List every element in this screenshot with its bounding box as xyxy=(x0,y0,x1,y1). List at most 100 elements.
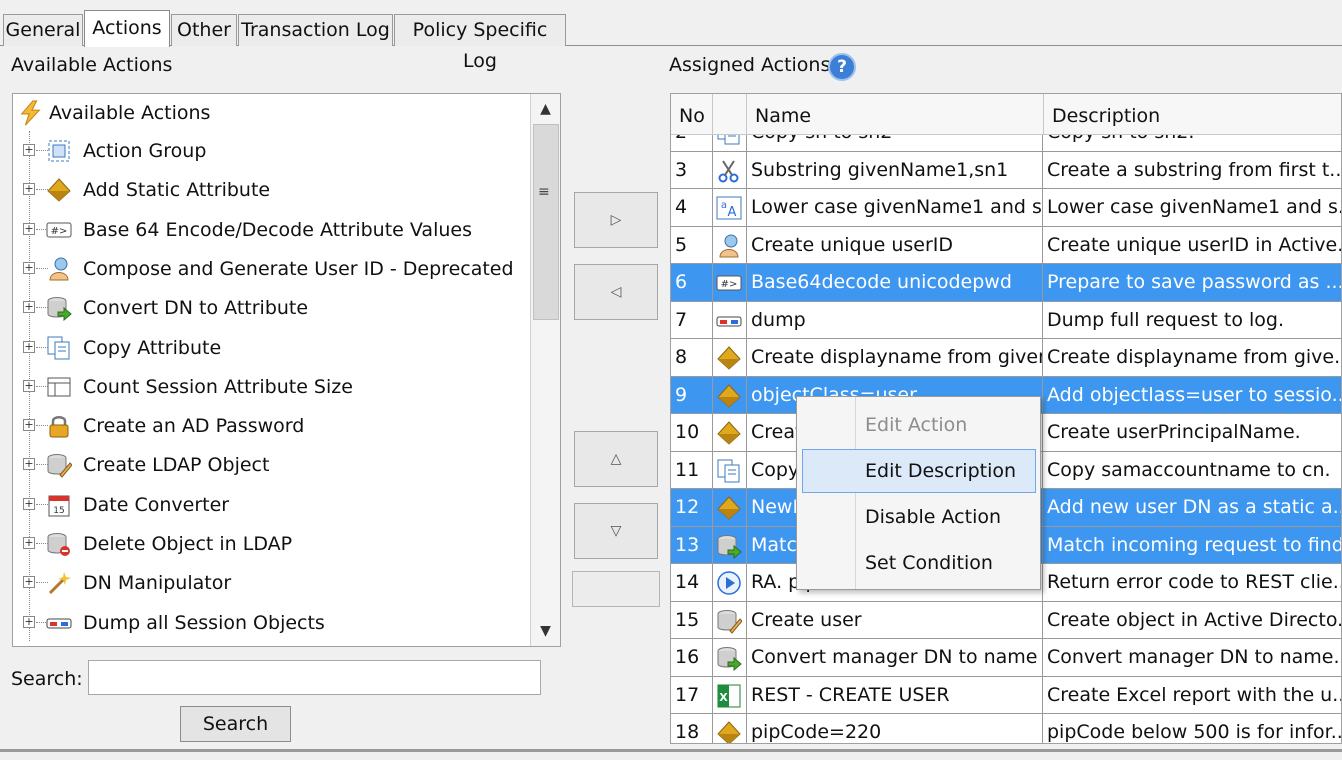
search-input[interactable] xyxy=(88,660,541,695)
row-description: Add objectlass=user to sessio... xyxy=(1043,377,1341,414)
add-action-button[interactable]: ▷ xyxy=(574,192,658,248)
tree-scrollbar[interactable]: ▲ ≡ ▼ xyxy=(530,94,560,646)
row-icon-cell xyxy=(713,639,747,677)
expand-icon[interactable]: + xyxy=(23,261,35,274)
table-row[interactable]: 4 a A Lower case givenName1 and sn1 Lower ca… xyxy=(671,189,1341,227)
expand-icon[interactable]: + xyxy=(23,576,35,589)
expand-icon[interactable]: + xyxy=(23,222,35,235)
diamond-icon xyxy=(716,421,742,451)
remove-action-button[interactable]: ◁ xyxy=(574,264,658,320)
menu-edit-action[interactable]: Edit Action xyxy=(865,414,967,436)
tab-bar: General Actions Other Transaction Log Po… xyxy=(0,0,1342,72)
blank-button[interactable] xyxy=(572,571,660,607)
database-arrow-icon xyxy=(716,534,742,564)
column-icon[interactable] xyxy=(713,94,747,135)
table-row[interactable]: 16 Convert manager DN to name Convert mana… xyxy=(671,639,1341,677)
tree-item[interactable]: + Create LDAP Object xyxy=(13,446,533,484)
expand-icon[interactable]: + xyxy=(23,340,35,353)
column-description[interactable]: Description xyxy=(1044,94,1341,135)
hash-icon: #> xyxy=(46,217,72,243)
tab-policy-specific-log[interactable]: Policy Specific Log xyxy=(394,14,566,72)
tree-item[interactable]: + Count Session Attribute Size xyxy=(13,368,533,406)
diamond-icon xyxy=(716,721,742,743)
tree-root[interactable]: Available Actions xyxy=(13,94,533,132)
table-row[interactable]: 7 dump Dump full request to log. xyxy=(671,301,1341,339)
row-number: 7 xyxy=(671,301,713,339)
tree-item[interactable]: + DN Manipulator xyxy=(13,564,533,602)
expand-icon[interactable]: + xyxy=(23,497,35,510)
tab-transaction-log[interactable]: Transaction Log xyxy=(238,14,393,46)
row-number: 12 xyxy=(671,489,713,527)
svg-text:a: a xyxy=(721,200,727,211)
row-description: Create unique userID in Active... xyxy=(1043,227,1341,264)
menu-disable-action[interactable]: Disable Action xyxy=(865,506,1001,528)
tree-item[interactable]: +15 Date Converter xyxy=(13,486,533,524)
tree-item[interactable]: + Convert DN to Attribute xyxy=(13,289,533,327)
help-icon[interactable]: ? xyxy=(828,53,856,81)
tab-other[interactable]: Other xyxy=(171,14,237,46)
lightning-icon xyxy=(20,100,41,126)
tree-item[interactable]: + Dump all Session Objects xyxy=(13,604,533,642)
row-icon-cell xyxy=(713,151,747,189)
tree-item[interactable]: + #> Base 64 Encode/Decode Attribute Value… xyxy=(13,211,533,249)
tree-item[interactable]: + Delete Object in LDAP xyxy=(13,525,533,563)
database-delete-icon xyxy=(46,531,72,557)
search-button[interactable]: Search xyxy=(180,706,291,742)
tree-item-label: Compose and Generate User ID - Deprecate… xyxy=(83,257,514,280)
table-row[interactable]: 18 pipCode=220 pipCode below 500 is for in… xyxy=(671,714,1341,743)
policy-editor-window: General Actions Other Transaction Log Po… xyxy=(0,0,1342,760)
tree-item-label: Base 64 Encode/Decode Attribute Values xyxy=(83,218,472,241)
scroll-thumb[interactable] xyxy=(533,124,559,320)
available-actions-tree[interactable]: Available Actions + Action Group + Add Stat… xyxy=(12,93,561,647)
tree-item[interactable]: + Copy Attribute xyxy=(13,329,533,367)
column-name[interactable]: Name xyxy=(747,94,1044,135)
scroll-down-icon[interactable]: ▼ xyxy=(531,616,560,646)
table-row[interactable]: 17 X REST - CREATE USER Create Excel report… xyxy=(671,676,1341,714)
tree-item[interactable]: + Add Static Attribute xyxy=(13,171,533,209)
tab-general[interactable]: General xyxy=(3,14,83,46)
hash-icon: #> xyxy=(716,275,742,301)
expand-icon[interactable]: + xyxy=(23,183,35,196)
row-description: Match incoming request to find... xyxy=(1043,527,1341,564)
diamond-icon xyxy=(46,177,72,203)
context-menu: Edit Action Edit Description Disable Act… xyxy=(796,396,1041,590)
tree-item[interactable]: + Action Group xyxy=(13,132,533,170)
row-number: 8 xyxy=(671,339,713,377)
row-description: Create Excel report with the u... xyxy=(1043,677,1341,714)
row-icon-cell: X xyxy=(713,676,747,714)
excel-icon: X xyxy=(716,684,742,714)
case-icon: aA xyxy=(716,196,742,226)
move-down-button[interactable]: ▽ xyxy=(574,503,658,559)
column-no[interactable]: No xyxy=(671,94,713,135)
expand-icon[interactable]: + xyxy=(23,419,35,432)
table-row[interactable]: 6 #> Base64decode unicodepwd Prepare to sav… xyxy=(671,264,1341,302)
row-description: Return error code to REST clie... xyxy=(1043,564,1341,602)
expand-icon[interactable]: + xyxy=(23,144,35,156)
calendar-icon: 15 xyxy=(46,492,72,518)
lock-icon xyxy=(46,413,72,439)
expand-icon[interactable]: + xyxy=(23,537,35,549)
scroll-up-icon[interactable]: ▲ xyxy=(531,94,560,124)
move-up-button[interactable]: △ xyxy=(574,431,658,487)
row-name: Base64decode unicodepwd xyxy=(747,264,1043,302)
expand-icon[interactable]: + xyxy=(23,458,35,471)
svg-text:A: A xyxy=(728,205,737,220)
table-row[interactable]: 5 Create unique userID Create unique userI… xyxy=(671,226,1341,264)
tree-item[interactable]: + Compose and Generate User ID - Deprecat… xyxy=(13,250,533,288)
tree-item-label: Action Group xyxy=(83,140,207,162)
glasses-icon xyxy=(716,316,742,339)
row-number: 17 xyxy=(671,676,713,714)
menu-set-condition[interactable]: Set Condition xyxy=(865,552,993,574)
row-number: 15 xyxy=(671,601,713,639)
expand-icon[interactable]: + xyxy=(23,615,35,628)
tab-actions[interactable]: Actions xyxy=(84,10,170,47)
table-row[interactable]: 8 Create displayname from given... Create … xyxy=(671,339,1341,377)
row-number: 4 xyxy=(671,189,713,227)
tree-item[interactable]: + Create an AD Password xyxy=(13,407,533,445)
table-row[interactable]: 3 Substring givenName1,sn1 Create a substr… xyxy=(671,151,1341,189)
expand-icon[interactable]: + xyxy=(23,379,35,392)
expand-icon[interactable]: + xyxy=(23,301,35,314)
table-row[interactable]: 15 Create user Create object in Active Dir… xyxy=(671,601,1341,639)
menu-edit-description[interactable]: Edit Description xyxy=(865,460,1016,482)
row-name: dump xyxy=(747,301,1043,339)
